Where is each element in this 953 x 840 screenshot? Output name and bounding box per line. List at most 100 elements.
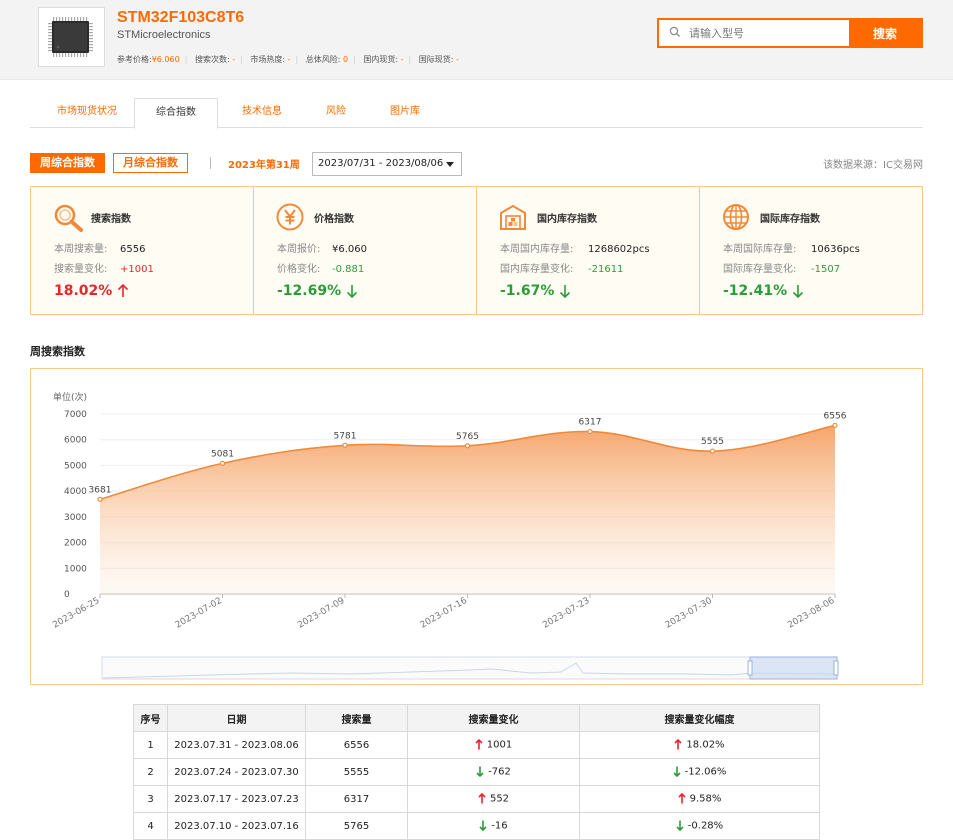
arrow-up-icon [678,793,686,804]
column-header: 搜索量变化幅度 [579,704,820,732]
card-row-value: ¥6.060 [332,244,367,255]
chart-svg: 0 1000 2000 3000 4000 5000 6000 7000 3681 2023-0… [51,391,847,680]
date-range-select[interactable]: 2023/07/31 - 2023/08/06 [312,152,462,176]
row-index: 2 [133,758,168,786]
monthly-index-button[interactable]: 月综合指数 [113,153,188,173]
row-index: 1 [133,731,168,759]
period-row: 周综合指数 月综合指数 2023年第31周 2023/07/31 - 2023/… [30,152,923,176]
table-header-row: 序号 日期 搜索量 搜索量变化 搜索量变化幅度 [133,704,820,732]
yen-icon [276,203,304,231]
data-point[interactable] [464,443,471,449]
data-point[interactable] [219,460,226,466]
chip-image [38,7,105,67]
row-volume: 6317 [305,785,408,813]
globe-icon [722,203,750,231]
data-source: 该数据来源：IC交易网 [823,160,923,171]
y-tick-label: 3000 [64,513,87,523]
warehouse-icon [499,203,527,231]
card-row-label: 本周报价: [277,244,321,255]
metric-reference-price: 参考价格:¥6.060 [117,55,180,64]
weekly-index-button[interactable]: 周综合指数 [30,153,105,173]
tab-market-stock[interactable]: 市场现货状况 [42,98,132,128]
data-label: 5781 [334,431,357,441]
card-row-label: 本周搜索量: [54,244,108,255]
data-label: 3681 [89,485,112,495]
row-date: 2023.07.17 - 2023.07.23 [167,785,306,813]
table-row: 4 2023.07.10 - 2023.07.16 5765 -16 -0.28% [133,812,820,840]
metric-international-stock: 国际现货: - [418,55,459,64]
row-change-pct: -0.28% [579,812,820,840]
zoom-handle-left[interactable] [747,660,753,676]
card-row-label: 国内库存量变化: [500,264,574,275]
arrow-up-icon [118,284,129,297]
tab-composite-index[interactable]: 综合指数 [134,98,218,129]
row-change: 1001 [407,731,580,759]
x-tick-label: 2023-07-16 [419,596,470,631]
row-volume: 5555 [305,758,408,786]
data-point[interactable] [97,496,103,502]
y-tick-label: 2000 [64,539,87,549]
search-input-wrap [659,20,849,46]
arrow-up-icon [674,739,682,750]
column-header: 搜索量 [305,704,408,732]
search-icon [669,26,681,41]
y-tick-label: 4000 [64,487,87,497]
search-button[interactable]: 搜索 [849,20,921,46]
card-title: 国际库存指数 [760,214,820,225]
header-metrics: 参考价格:¥6.060 | 搜索次数: - | 市场热度: - | 总体风险: 0 | … [117,55,459,64]
metric-search-count: 搜索次数: - [194,55,236,64]
card-row-change: -1507 [811,264,841,275]
card-search-index: 搜索指数 本周搜索量: 6556 搜索量变化: +1001 18.02% [31,187,254,314]
magnifier-icon [53,203,83,232]
column-header: 搜索量变化 [407,704,580,732]
data-zoom-slider[interactable] [101,656,839,680]
row-date: 2023.07.24 - 2023.07.30 [167,758,306,786]
week-label: 2023年第31周 [228,160,300,171]
metric-domestic-stock: 国内现货: - [363,55,404,64]
data-point[interactable] [709,448,716,454]
card-percentage: -12.69% [277,283,358,299]
arrow-down-icon [560,285,571,298]
card-row-change: +1001 [120,264,154,275]
date-range-value: 2023/07/31 - 2023/08/06 [318,158,444,169]
tab-risk[interactable]: 风险 [306,98,366,128]
tab-image-library[interactable]: 图片库 [370,98,440,128]
search-box: 搜索 [657,18,923,48]
arrow-down-icon [673,766,681,778]
card-domestic-stock-index: 国内库存指数 本周国内库存量: 1268602pcs 国内库存量变化: -21611… [477,187,700,314]
y-axis-label: 单位(次) [53,391,87,403]
zoom-handle-right[interactable] [833,660,839,676]
card-row-change: -21611 [588,264,624,275]
card-row-value: 6556 [120,244,146,255]
x-tick-label: 2023-08-06 [786,596,837,631]
column-header: 序号 [133,704,168,732]
row-change: 552 [407,785,580,813]
card-international-stock-index: 国际库存指数 本周国际库存量: 10636pcs 国际库存量变化: -1507 -1… [700,187,922,314]
row-change: -16 [407,812,580,840]
part-number: STM32F103C8T6 [117,9,245,26]
arrow-up-icon [475,739,483,750]
tab-tech-info[interactable]: 技术信息 [220,98,304,128]
row-volume: 5765 [305,812,408,840]
table-row: 2 2023.07.24 - 2023.07.30 5555 -762 -12.06% [133,758,820,786]
data-point[interactable] [342,442,348,448]
column-header: 日期 [167,704,306,732]
index-cards: 搜索指数 本周搜索量: 6556 搜索量变化: +1001 18.02% 价格指数 … [30,186,923,315]
row-date: 2023.07.31 - 2023.08.06 [167,731,306,759]
card-title: 搜索指数 [91,214,131,225]
card-row-label: 本周国内库存量: [500,244,574,255]
row-change-pct: 9.58% [579,785,820,813]
data-label: 6556 [824,411,847,421]
card-row-value: 10636pcs [811,244,860,255]
card-row-label: 本周国际库存量: [723,244,797,255]
x-tick-label: 2023-07-02 [174,596,224,631]
card-percentage: -1.67% [500,283,571,299]
row-change-pct: -12.06% [579,758,820,786]
data-point[interactable] [587,428,593,435]
data-point[interactable] [832,422,838,429]
arrow-down-icon [476,766,484,778]
search-input[interactable] [659,20,849,46]
row-volume: 6556 [305,731,408,759]
caret-down-icon [446,162,454,167]
x-tick-label: 2023-07-30 [664,596,715,631]
